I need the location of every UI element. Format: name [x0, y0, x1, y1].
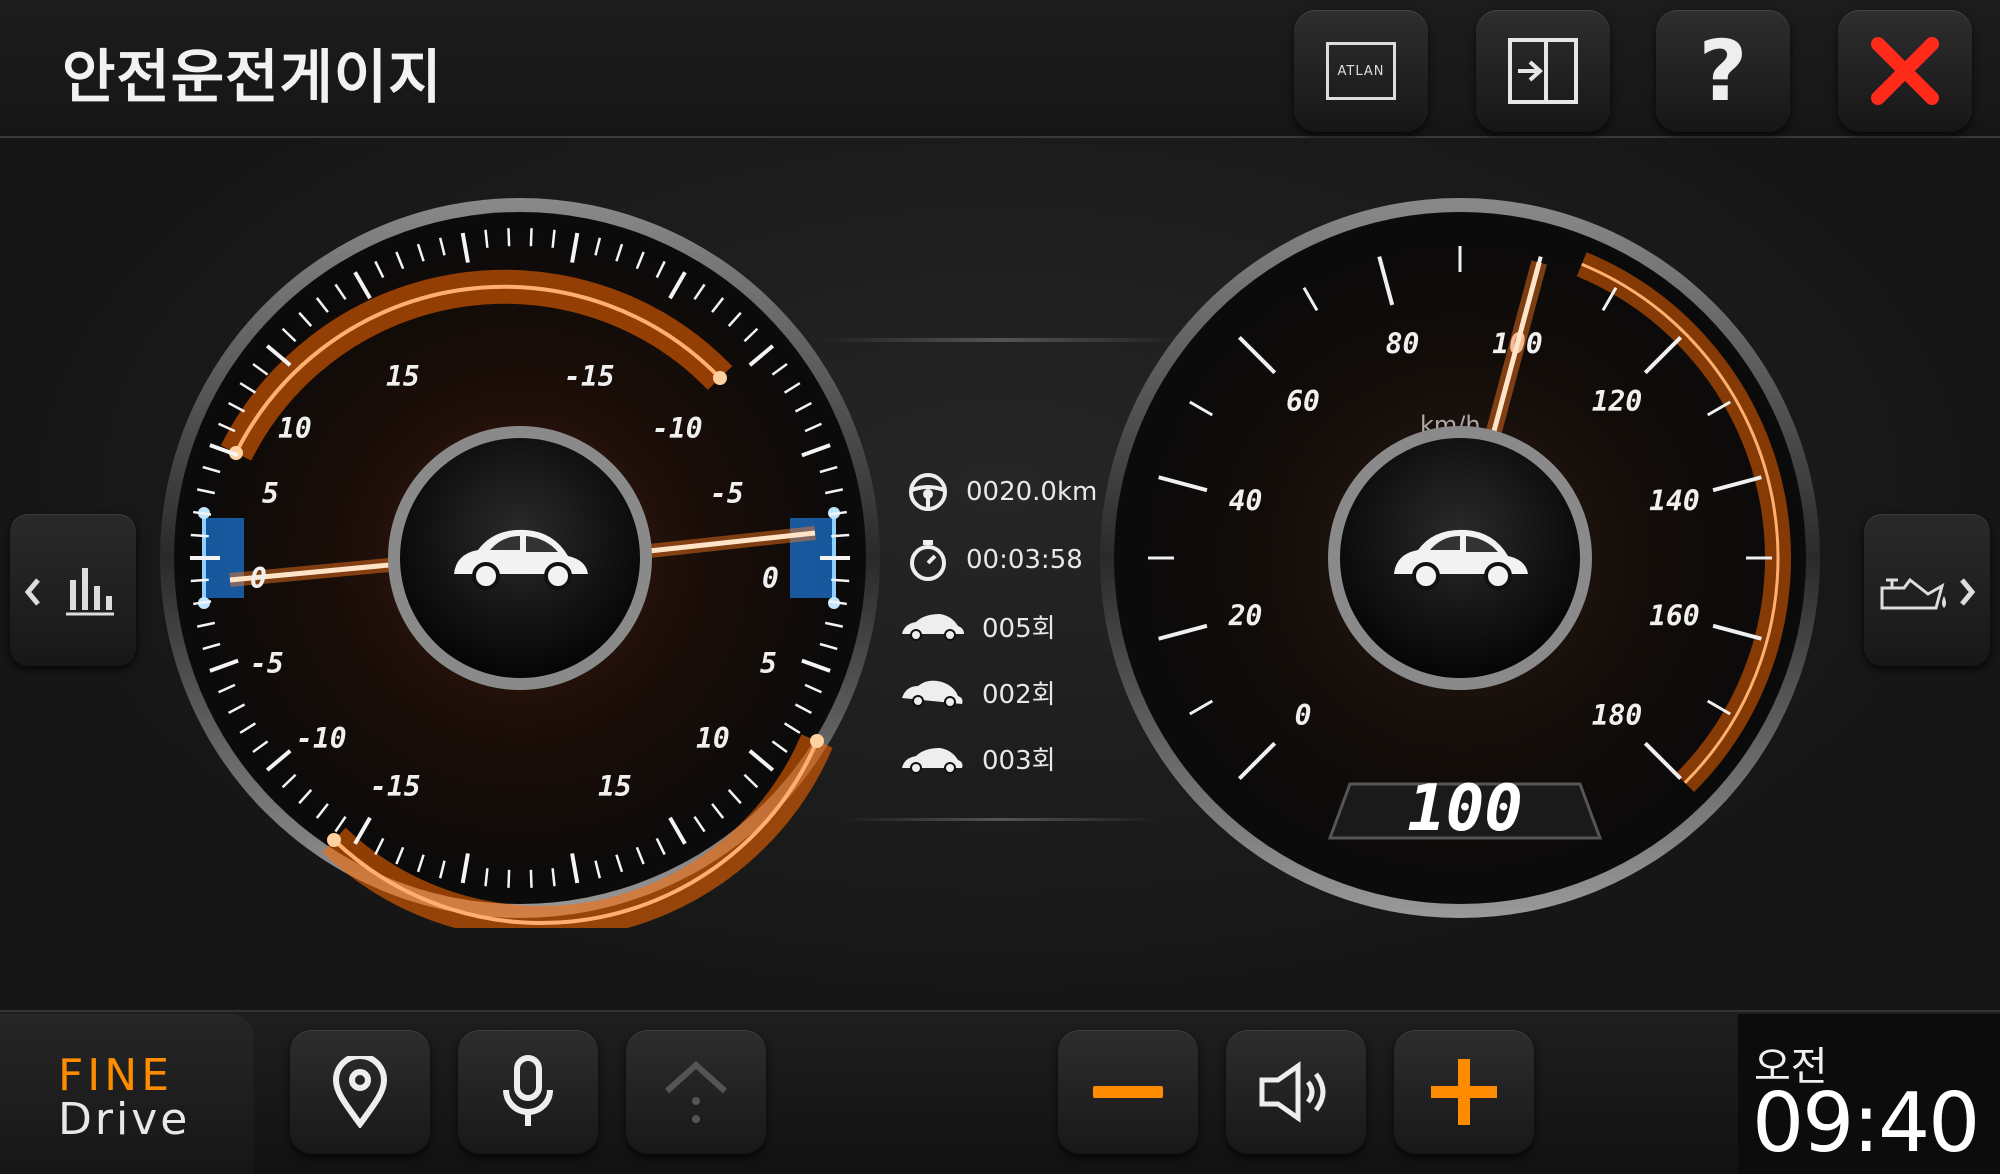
speed-tick-label: 140 — [1649, 485, 1700, 518]
atlan-button[interactable]: ATLAN — [1294, 10, 1428, 132]
tilt-label: 5 — [760, 647, 777, 680]
volume-up-button[interactable] — [1394, 1030, 1534, 1154]
event-count-2: 002회 — [982, 680, 1056, 710]
trip-time: 00:03:58 — [966, 545, 1083, 575]
page-title: 안전운전게이지 — [62, 43, 443, 111]
speed-tick-label: 160 — [1649, 599, 1700, 632]
speed-tick-label: 0 — [1295, 699, 1312, 732]
location-pin-icon — [332, 1056, 388, 1128]
tilt-tick — [190, 578, 209, 583]
clock: 오전 09:40 — [1738, 1014, 2000, 1174]
tilt-label: 10 — [696, 722, 730, 755]
help-icon: ? — [1698, 22, 1748, 120]
tilt-label: -10 — [296, 722, 347, 755]
scroll-up-button[interactable] — [626, 1030, 766, 1154]
event-count-1: 005회 — [982, 614, 1056, 644]
tilt-label: 0 — [250, 562, 267, 595]
speed-tick-label: 120 — [1592, 385, 1643, 418]
tilt-gauge: 15 -15 10 5 0 -5 -10 -10 -5 0 5 10 -15 1… — [160, 198, 880, 928]
tilt-tick — [507, 869, 511, 888]
chevron-up-icon — [664, 1060, 728, 1123]
plus-icon — [1431, 1059, 1497, 1125]
time-row: 00:03:58 — [908, 538, 1083, 582]
bar-chart-icon — [24, 568, 114, 616]
microphone-icon — [503, 1055, 553, 1126]
tilt-tick — [529, 869, 533, 888]
trip-distance: 0020.0km — [966, 477, 1098, 507]
oil-can-icon — [1880, 577, 1976, 610]
steering-wheel-icon — [909, 473, 947, 511]
logo-line2: Drive — [58, 1094, 191, 1145]
tilt-tick — [190, 533, 209, 538]
finedrive-logo: FINE Drive — [0, 1014, 254, 1174]
location-button[interactable] — [290, 1030, 430, 1154]
speaker-icon — [1259, 1061, 1326, 1123]
tilt-label: 10 — [278, 412, 312, 445]
help-button[interactable]: ? — [1656, 10, 1790, 132]
header-bar: 안전운전게이지 ATLAN ? — [0, 0, 2000, 138]
speedometer-gauge: 020406080100120140160180 km/h 100 — [1100, 198, 1820, 918]
tilt-label: -15 — [564, 360, 615, 393]
tilt-label: 0 — [762, 562, 779, 595]
gauge-area: 15 -15 10 5 0 -5 -10 -10 -5 0 5 10 -15 1… — [0, 138, 2000, 1010]
tilt-label: -5 — [250, 647, 284, 680]
speed-readout: 100 — [1407, 772, 1523, 846]
event-count-3: 003회 — [982, 746, 1056, 776]
minus-icon — [1093, 1086, 1163, 1098]
statistics-button[interactable] — [10, 514, 136, 666]
footer-bar: FINE Drive 오전 09:40 — [0, 1010, 2000, 1174]
voice-button[interactable] — [458, 1030, 598, 1154]
clock-time: 09:40 — [1752, 1076, 1980, 1171]
car-brake-icon — [902, 680, 963, 708]
close-button[interactable] — [1838, 10, 1972, 132]
speed-tick-label: 60 — [1286, 385, 1320, 418]
exit-icon — [1508, 38, 1578, 104]
atlan-label: ATLAN — [1337, 63, 1385, 79]
tilt-label: 15 — [598, 770, 632, 803]
tilt-tick — [529, 228, 533, 247]
car-accelerate-icon — [902, 613, 964, 641]
event-row-1: 005회 — [900, 608, 1056, 645]
tilt-tick — [507, 228, 511, 247]
stopwatch-icon — [910, 540, 946, 581]
close-icon — [1871, 37, 1939, 105]
speed-tick-label: 40 — [1229, 485, 1263, 518]
tilt-label: 15 — [386, 360, 420, 393]
distance-row: 0020.0km — [908, 472, 1097, 512]
event-row-2: 002회 — [900, 674, 1056, 711]
exit-to-map-button[interactable] — [1476, 10, 1610, 132]
tilt-label: -5 — [710, 477, 744, 510]
atlan-icon: ATLAN — [1326, 42, 1396, 100]
oil-button[interactable] — [1864, 514, 1990, 666]
tilt-label: 5 — [262, 477, 279, 510]
volume-button[interactable] — [1226, 1030, 1366, 1154]
car-turn-icon — [902, 747, 963, 774]
speed-tick-label: 80 — [1386, 328, 1420, 361]
tilt-label: -15 — [370, 770, 421, 803]
speed-tick-label: 20 — [1228, 599, 1263, 632]
tilt-label: -10 — [652, 412, 703, 445]
volume-down-button[interactable] — [1058, 1030, 1198, 1154]
speed-tick-label: 180 — [1592, 699, 1643, 732]
event-row-3: 003회 — [900, 740, 1056, 777]
